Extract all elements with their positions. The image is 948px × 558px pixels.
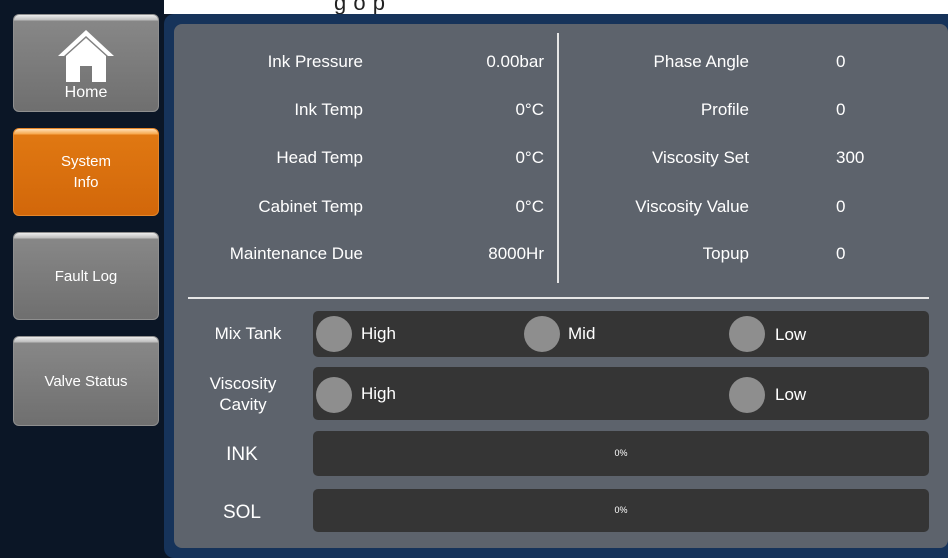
- ink-temp-label: Ink Temp: [294, 100, 363, 119]
- viscosity-cavity-bar: High Low: [313, 367, 929, 420]
- phase-angle-label: Phase Angle: [653, 52, 749, 71]
- viscosity-cavity-label: Viscosity Cavity: [209, 374, 277, 414]
- mix-tank-high-label: High: [361, 324, 396, 343]
- viscosity-set-label: Viscosity Set: [651, 148, 749, 167]
- mix-tank-low-label: Low: [775, 325, 807, 344]
- header-strip: g o p: [164, 0, 948, 15]
- mix-tank-mid-label: Mid: [568, 324, 596, 343]
- ink-level-label: INK: [226, 444, 258, 465]
- phase-angle-value: 0: [836, 52, 846, 71]
- cabinet-temp-value: 0°C: [515, 197, 544, 216]
- sol-level-bar: 0%: [313, 489, 929, 532]
- ink-temp-value: 0°C: [515, 100, 544, 119]
- sol-level-percent: 0%: [614, 505, 628, 515]
- horizontal-divider: [188, 297, 929, 299]
- ink-level-percent: 0%: [614, 448, 628, 458]
- topup-label: Topup: [702, 244, 749, 263]
- nav-system-info-label: System Info: [60, 153, 111, 191]
- nav-valve-status-label: Valve Status: [44, 372, 128, 390]
- vertical-divider: [557, 33, 559, 283]
- viscosity-value-label: Viscosity Value: [635, 197, 749, 216]
- cabinet-temp-label: Cabinet Temp: [258, 197, 363, 216]
- ink-pressure-value: 0.00bar: [486, 52, 544, 71]
- viscosity-cavity-high-label: High: [361, 384, 396, 403]
- nav-valve-status-button[interactable]: Valve Status: [13, 336, 159, 426]
- nav-fault-log-label: Fault Log: [54, 267, 118, 285]
- profile-value: 0: [836, 100, 846, 119]
- head-temp-value: 0°C: [515, 148, 544, 167]
- maintenance-due-value: 8000Hr: [488, 244, 544, 263]
- nav-fault-log-button[interactable]: Fault Log: [13, 232, 159, 320]
- mix-tank-mid-indicator: [524, 316, 560, 352]
- mix-tank-label: Mix Tank: [214, 324, 282, 343]
- nav-system-info-button[interactable]: System Info: [13, 128, 159, 216]
- profile-label: Profile: [700, 100, 749, 119]
- viscosity-cavity-low-indicator: [729, 377, 765, 413]
- viscosity-cavity-high-indicator: [316, 377, 352, 413]
- maintenance-due-label: Maintenance Due: [229, 244, 363, 263]
- ink-pressure-label: Ink Pressure: [267, 52, 363, 71]
- viscosity-set-value: 300: [836, 148, 865, 167]
- topup-value: 0: [836, 244, 846, 263]
- viscosity-cavity-low-label: Low: [775, 385, 807, 404]
- mix-tank-high-indicator: [316, 316, 352, 352]
- nav-home-button[interactable]: Home: [13, 14, 159, 112]
- sidebar: Home System Info Fault Log Valve Status: [0, 0, 164, 558]
- home-icon: [58, 29, 114, 82]
- mix-tank-low-indicator: [729, 316, 765, 352]
- ink-level-bar: 0%: [313, 431, 929, 476]
- viscosity-value-value: 0: [836, 197, 846, 216]
- head-temp-label: Head Temp: [276, 148, 363, 167]
- nav-home-label: Home: [64, 83, 108, 101]
- sol-level-label: SOL: [222, 502, 262, 523]
- mix-tank-bar: High Mid Low: [313, 311, 929, 357]
